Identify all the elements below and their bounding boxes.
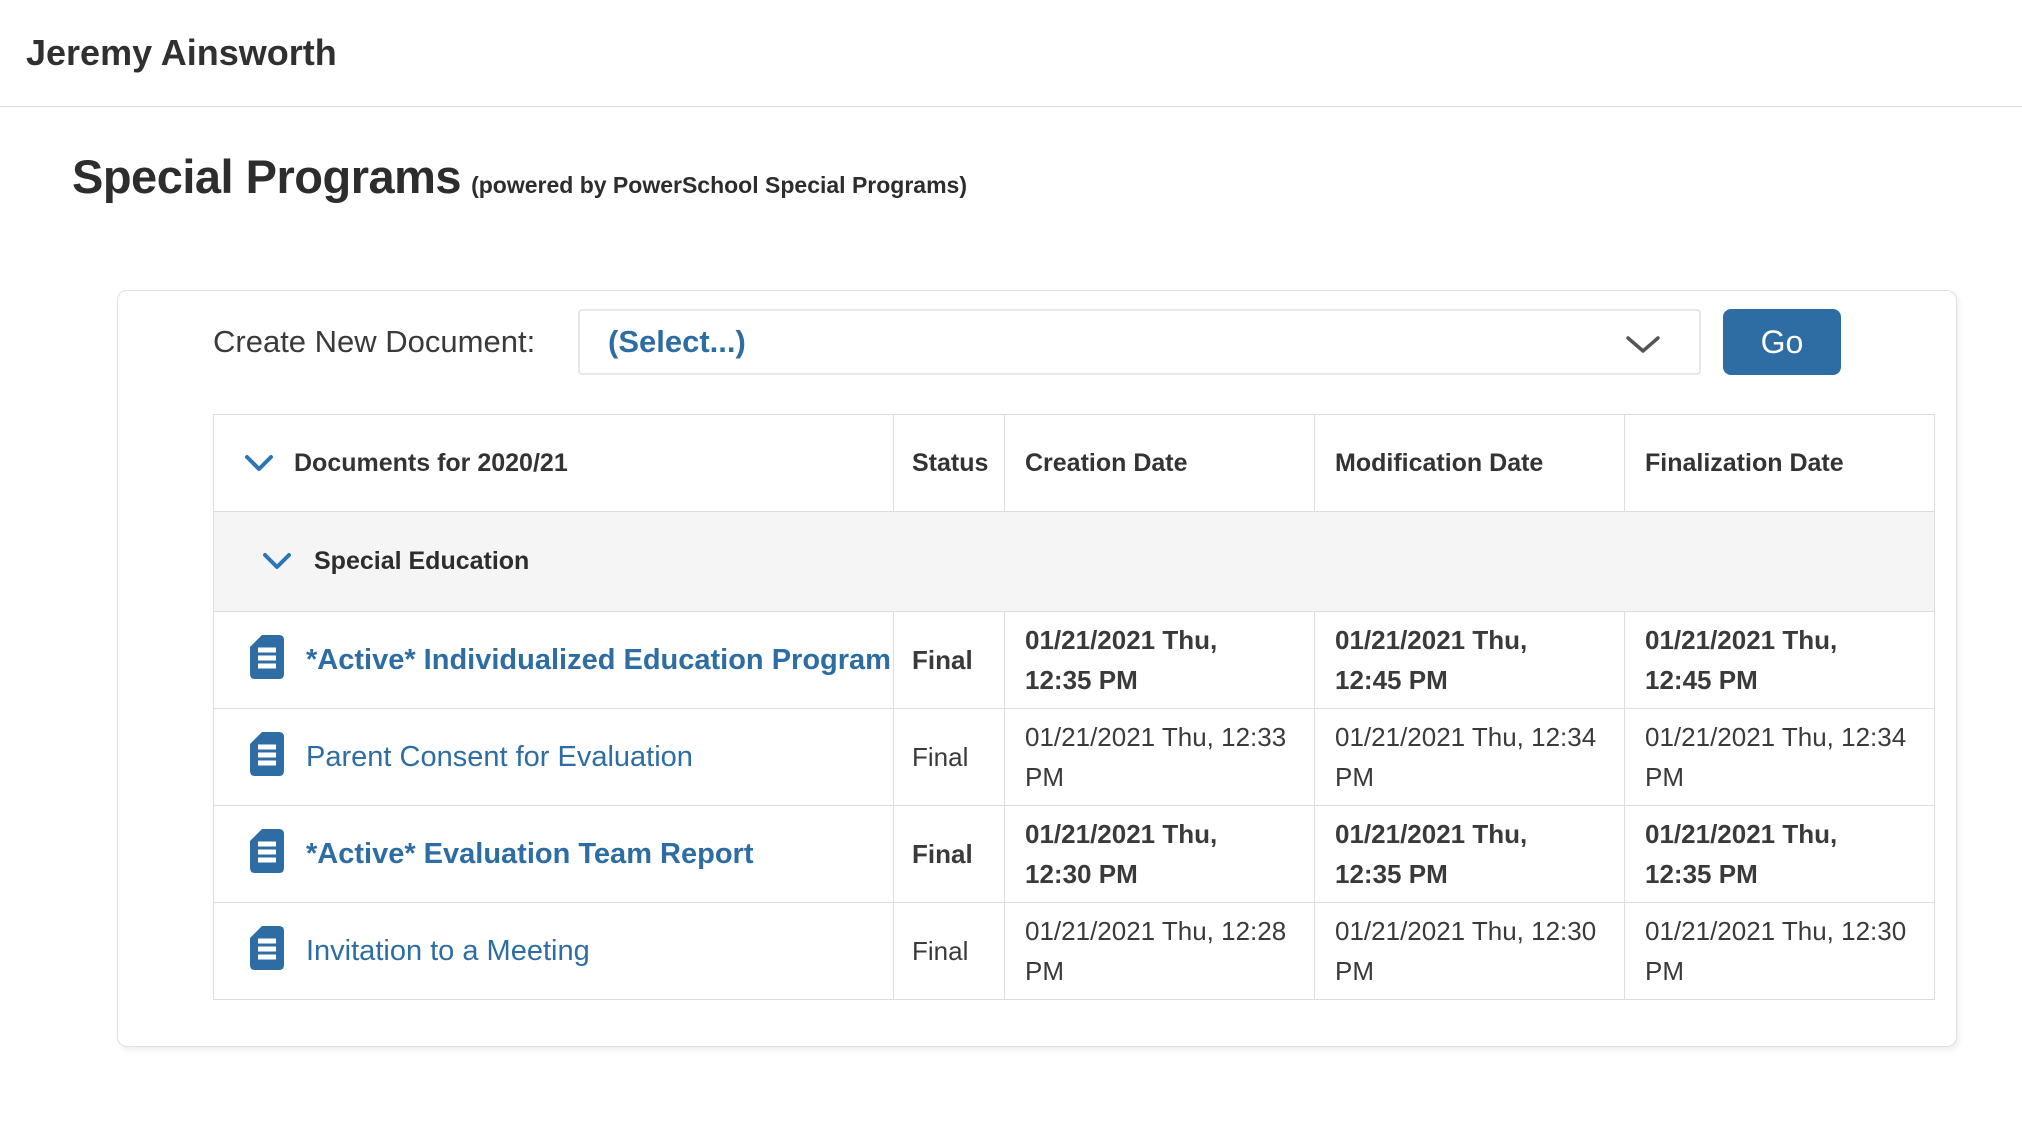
create-new-document-row: Create New Document: (Select...) Go bbox=[118, 309, 1956, 375]
modification-date-value: 01/21/2021 Thu, 12:30 PM bbox=[1315, 903, 1625, 1000]
finalization-date-value: 01/21/2021 Thu, 12:34 PM bbox=[1625, 709, 1935, 806]
create-new-document-label: Create New Document: bbox=[213, 324, 578, 360]
table-row: Parent Consent for Evaluation Final 01/2… bbox=[214, 709, 1935, 806]
document-link[interactable]: *Active* Individualized Education Progra… bbox=[306, 644, 891, 677]
modification-date-value: 01/21/2021 Thu, 12:35 PM bbox=[1315, 806, 1625, 903]
status-value: Final bbox=[894, 612, 1005, 709]
special-programs-card: Create New Document: (Select...) Go bbox=[117, 290, 1957, 1047]
documents-group-label: Documents for 2020/21 bbox=[294, 449, 568, 478]
creation-date-value: 01/21/2021 Thu, 12:33 PM bbox=[1005, 709, 1315, 806]
document-icon bbox=[250, 926, 284, 977]
column-modification-date: Modification Date bbox=[1315, 415, 1625, 512]
modification-date-value: 01/21/2021 Thu, 12:45 PM bbox=[1315, 612, 1625, 709]
modification-date-value: 01/21/2021 Thu, 12:34 PM bbox=[1315, 709, 1625, 806]
create-document-select[interactable]: (Select...) bbox=[578, 309, 1701, 375]
document-link[interactable]: Parent Consent for Evaluation bbox=[306, 741, 693, 774]
creation-date-value: 01/21/2021 Thu, 12:28 PM bbox=[1005, 903, 1315, 1000]
status-value: Final bbox=[894, 709, 1005, 806]
finalization-date-value: 01/21/2021 Thu, 12:35 PM bbox=[1625, 806, 1935, 903]
table-row: *Active* Individualized Education Progra… bbox=[214, 612, 1935, 709]
section-heading: Special Programs (powered by PowerSchool… bbox=[72, 149, 2022, 204]
column-finalization-date: Finalization Date bbox=[1625, 415, 1935, 512]
chevron-down-icon[interactable] bbox=[262, 552, 292, 571]
status-value: Final bbox=[894, 806, 1005, 903]
table-header-row: Documents for 2020/21 Status Creation Da… bbox=[214, 415, 1935, 512]
chevron-down-icon[interactable] bbox=[244, 454, 274, 473]
document-link[interactable]: Invitation to a Meeting bbox=[306, 935, 590, 968]
documents-table: Documents for 2020/21 Status Creation Da… bbox=[213, 414, 1935, 1000]
section-label: Special Education bbox=[314, 547, 529, 576]
go-button[interactable]: Go bbox=[1723, 309, 1841, 375]
section-row-special-education[interactable]: Special Education bbox=[214, 512, 1935, 612]
chevron-down-icon bbox=[1625, 335, 1661, 355]
column-documents[interactable]: Documents for 2020/21 bbox=[214, 415, 894, 512]
status-value: Final bbox=[894, 903, 1005, 1000]
page-subtitle: (powered by PowerSchool Special Programs… bbox=[471, 172, 967, 199]
document-link[interactable]: *Active* Evaluation Team Report bbox=[306, 838, 753, 871]
column-status: Status bbox=[894, 415, 1005, 512]
student-name: Jeremy Ainsworth bbox=[26, 32, 337, 74]
creation-date-value: 01/21/2021 Thu, 12:30 PM bbox=[1005, 806, 1315, 903]
table-row: *Active* Evaluation Team Report Final 01… bbox=[214, 806, 1935, 903]
table-row: Invitation to a Meeting Final 01/21/2021… bbox=[214, 903, 1935, 1000]
column-creation-date: Creation Date bbox=[1005, 415, 1315, 512]
creation-date-value: 01/21/2021 Thu, 12:35 PM bbox=[1005, 612, 1315, 709]
select-value: (Select...) bbox=[608, 324, 746, 360]
document-icon bbox=[250, 829, 284, 880]
student-header: Jeremy Ainsworth bbox=[0, 0, 2022, 107]
document-icon bbox=[250, 732, 284, 783]
page-title: Special Programs bbox=[72, 149, 461, 204]
document-icon bbox=[250, 635, 284, 686]
finalization-date-value: 01/21/2021 Thu, 12:45 PM bbox=[1625, 612, 1935, 709]
finalization-date-value: 01/21/2021 Thu, 12:30 PM bbox=[1625, 903, 1935, 1000]
